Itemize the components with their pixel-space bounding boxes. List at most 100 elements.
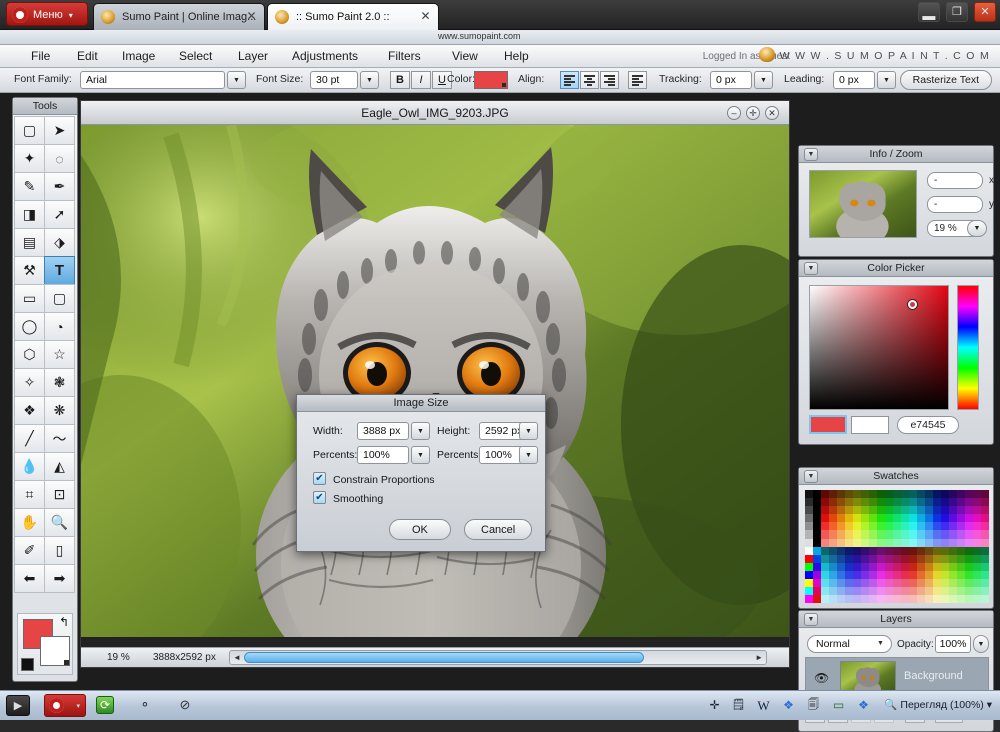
swatch-cell[interactable] <box>965 595 973 604</box>
swatch-cell[interactable] <box>957 554 965 563</box>
swatch-cell[interactable] <box>909 595 917 604</box>
swatch-cell[interactable] <box>861 562 869 571</box>
swatch-cell[interactable] <box>917 554 925 563</box>
swatch-cell[interactable] <box>853 530 861 539</box>
swatch-cell[interactable] <box>869 570 877 580</box>
swatch-cell[interactable] <box>877 546 885 555</box>
start-button[interactable]: ▶ <box>6 695 30 716</box>
swatch-cell[interactable] <box>829 595 837 604</box>
swatch-cell[interactable] <box>941 579 949 588</box>
swatch-cell[interactable] <box>837 498 845 507</box>
window-minimize-button[interactable]: ▬ <box>917 2 940 23</box>
swatch-cell[interactable] <box>821 522 829 531</box>
document-minimize-button[interactable]: – <box>727 106 741 120</box>
collapse-icon[interactable]: ▼ <box>804 148 818 161</box>
swatch-cell[interactable] <box>957 514 965 523</box>
move-tool[interactable]: ➤ <box>44 116 75 145</box>
swatch-cell[interactable] <box>813 506 821 515</box>
swatch-cell[interactable] <box>821 506 829 515</box>
swatch-cell[interactable] <box>861 579 869 588</box>
swatch-cell[interactable] <box>821 514 829 523</box>
swatch-cell[interactable] <box>893 498 901 507</box>
swatch-cell[interactable] <box>973 506 981 515</box>
width-percent-dropdown[interactable]: ▼ <box>411 446 430 464</box>
font-size-input[interactable]: 30 pt <box>310 71 358 89</box>
swatch-cell[interactable] <box>981 579 989 588</box>
swatch-cell[interactable] <box>805 490 813 499</box>
swatch-cell[interactable] <box>869 490 877 499</box>
opacity-dropdown[interactable]: ▼ <box>973 635 989 653</box>
width-percent-input[interactable]: 100% <box>357 446 409 464</box>
swatch-cell[interactable] <box>869 546 877 555</box>
eraser-tool[interactable]: ◨ <box>14 200 45 229</box>
swatch-cell[interactable] <box>909 498 917 507</box>
swatch-cell[interactable] <box>917 530 925 539</box>
swatch-cell[interactable] <box>853 579 861 588</box>
swatch-cell[interactable] <box>893 490 901 499</box>
close-icon[interactable]: ✕ <box>419 10 432 23</box>
swatch-cell[interactable] <box>949 587 957 596</box>
swatch-cell[interactable] <box>877 498 885 507</box>
swatch-cell[interactable] <box>805 562 813 571</box>
swatch-cell[interactable] <box>813 546 821 555</box>
swatch-cell[interactable] <box>909 562 917 571</box>
swatch-cell[interactable] <box>885 570 893 580</box>
swatch-cell[interactable] <box>829 530 837 539</box>
block-icon[interactable]: ⊘ <box>176 696 194 714</box>
swatch-cell[interactable] <box>869 514 877 523</box>
swatch-cell[interactable] <box>965 498 973 507</box>
menu-help[interactable]: Help <box>495 45 538 68</box>
swatch-cell[interactable] <box>965 570 973 580</box>
smudge-tool[interactable]: ➚ <box>44 200 75 229</box>
swatch-cell[interactable] <box>925 595 933 604</box>
swatch-cell[interactable] <box>845 538 853 547</box>
swatch-cell[interactable] <box>853 595 861 604</box>
swatch-cell[interactable] <box>885 490 893 499</box>
swatch-cell[interactable] <box>901 498 909 507</box>
swatch-cell[interactable] <box>837 554 845 563</box>
swatch-cell[interactable] <box>821 530 829 539</box>
bold-button[interactable]: B <box>390 71 410 89</box>
swatch-cell[interactable] <box>845 562 853 571</box>
scroll-right-icon[interactable]: ► <box>755 651 763 664</box>
swatch-cell[interactable] <box>909 514 917 523</box>
swatch-cell[interactable] <box>965 530 973 539</box>
italic-button[interactable]: I <box>411 71 431 89</box>
swatch-cell[interactable] <box>813 579 821 588</box>
swatch-cell[interactable] <box>925 498 933 507</box>
menu-select[interactable]: Select <box>170 45 221 68</box>
swatch-cell[interactable] <box>813 570 821 580</box>
swatch-cell[interactable] <box>869 562 877 571</box>
swatch-cell[interactable] <box>861 554 869 563</box>
swatch-cell[interactable] <box>973 587 981 596</box>
swatch-cell[interactable] <box>949 530 957 539</box>
swatch-cell[interactable] <box>901 554 909 563</box>
swatch-cell[interactable] <box>885 579 893 588</box>
swatch-cell[interactable] <box>877 570 885 580</box>
default-colors-icon[interactable] <box>21 658 34 671</box>
swatch-cell[interactable] <box>957 530 965 539</box>
swatch-cell[interactable] <box>925 530 933 539</box>
swatch-cell[interactable] <box>853 587 861 596</box>
swatch-cell[interactable] <box>853 546 861 555</box>
menu-file[interactable]: File <box>22 45 59 68</box>
swatch-cell[interactable] <box>845 595 853 604</box>
swatch-cell[interactable] <box>901 587 909 596</box>
swatch-cell[interactable] <box>861 514 869 523</box>
swatch-cell[interactable] <box>909 506 917 515</box>
swatch-cell[interactable] <box>909 546 917 555</box>
leading-dropdown[interactable]: ▼ <box>877 71 896 89</box>
swatch-cell[interactable] <box>925 570 933 580</box>
messenger-icon[interactable]: ❖ <box>780 697 797 714</box>
swatch-cell[interactable] <box>901 530 909 539</box>
swatch-cell[interactable] <box>917 514 925 523</box>
swatch-cell[interactable] <box>869 506 877 515</box>
swatch-cell[interactable] <box>973 562 981 571</box>
swatch-cell[interactable] <box>877 562 885 571</box>
swatch-cell[interactable] <box>933 570 941 580</box>
swatch-cell[interactable] <box>925 490 933 499</box>
ellipse-tool[interactable]: ◯ <box>14 312 45 341</box>
pie-shape-tool[interactable]: ◔ <box>44 312 75 341</box>
snowflake-tool[interactable]: ❋ <box>44 396 75 425</box>
scrollbar-thumb[interactable] <box>244 652 644 663</box>
